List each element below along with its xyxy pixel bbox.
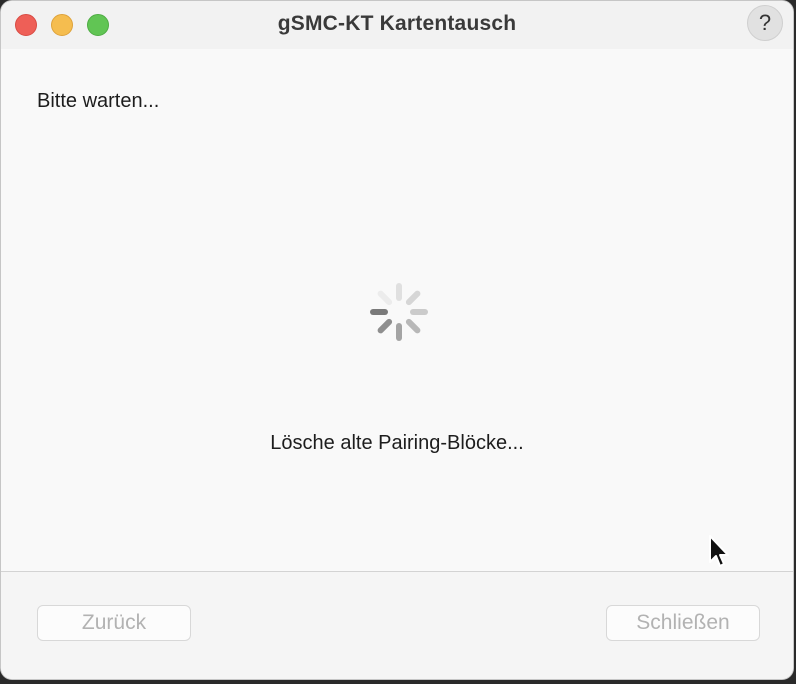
window-title: gSMC-KT Kartentausch: [277, 12, 517, 35]
status-message: Lösche alte Pairing-Blöcke...: [270, 432, 524, 454]
back-button[interactable]: Zurück: [37, 605, 191, 641]
title-bar: gSMC-KT Kartentausch ?: [1, 1, 793, 49]
mouse-pointer-icon: [709, 535, 729, 567]
loading-spinner-icon: [370, 283, 428, 341]
help-button[interactable]: ?: [747, 5, 783, 41]
dialog-window: gSMC-KT Kartentausch ? Bitte warten... L…: [0, 0, 794, 680]
wait-heading: Bitte warten...: [37, 90, 160, 112]
close-button[interactable]: Schließen: [606, 605, 760, 641]
